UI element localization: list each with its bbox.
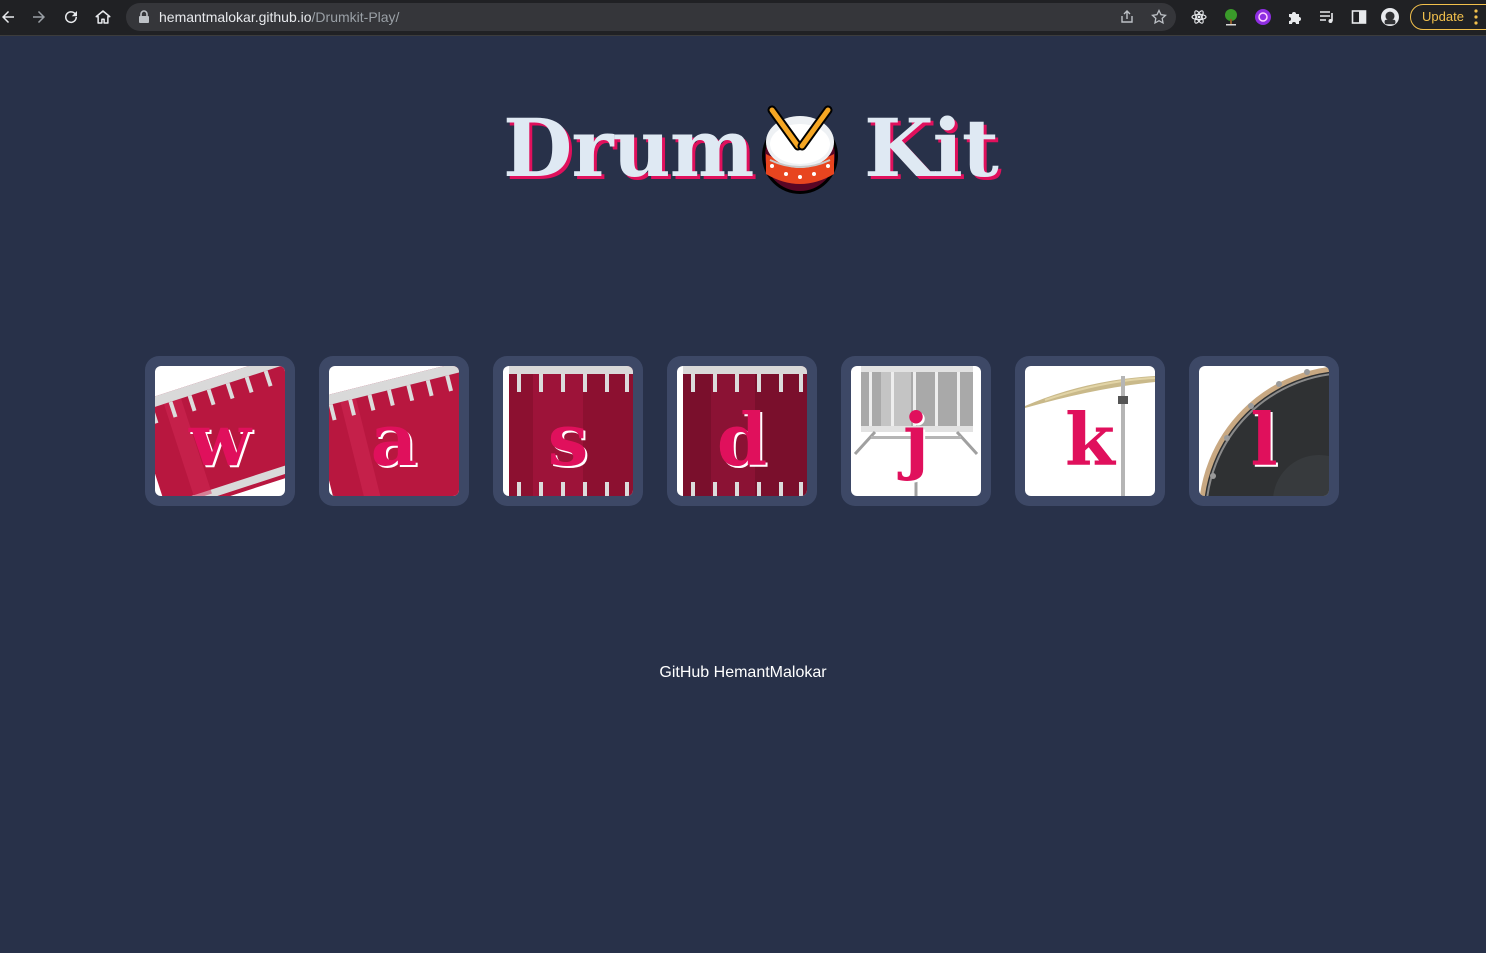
key-letter: l: [1250, 396, 1278, 482]
url-domain: hemantmalokar.github.io: [159, 9, 312, 25]
back-button[interactable]: [0, 5, 20, 29]
key-letter: w: [189, 396, 251, 482]
tree-extension-icon[interactable]: [1222, 8, 1240, 26]
reload-button[interactable]: [59, 5, 83, 29]
drum-key-k[interactable]: k: [1015, 356, 1165, 506]
key-letter: d: [716, 396, 768, 482]
drum-key-d[interactable]: d: [667, 356, 817, 506]
media-queue-icon[interactable]: [1318, 8, 1336, 26]
key-letter: s: [547, 396, 589, 482]
url-path: /Drumkit-Play/: [311, 9, 400, 25]
share-icon[interactable]: [1119, 9, 1135, 25]
drum-face: s: [503, 366, 633, 496]
home-button[interactable]: [91, 5, 115, 29]
key-letter: a: [370, 396, 418, 482]
drum-face: k: [1025, 366, 1155, 496]
drum-face: w: [155, 366, 285, 496]
profile-avatar-icon[interactable]: [1381, 8, 1399, 26]
drum-key-w[interactable]: w: [145, 356, 295, 506]
drum-key-a[interactable]: a: [319, 356, 469, 506]
page-title: Drum Kit: [0, 98, 1486, 198]
drum-face: j: [851, 366, 981, 496]
lock-icon: [139, 10, 149, 23]
reload-icon: [65, 11, 78, 24]
title-drum-word: Drum: [503, 101, 754, 195]
purple-extension-icon[interactable]: [1254, 8, 1272, 26]
forward-button[interactable]: [27, 5, 51, 29]
key-letter: j: [902, 396, 930, 482]
title-kit-word: Kit: [864, 101, 999, 195]
react-devtools-icon[interactable]: [1190, 8, 1208, 26]
drum-key-l[interactable]: l: [1189, 356, 1339, 506]
side-panel-icon[interactable]: [1350, 8, 1368, 26]
key-letter: k: [1065, 396, 1115, 482]
browser-toolbar: hemantmalokar.github.io/Drumkit-Play/ Up…: [0, 0, 1486, 36]
update-label: Update: [1422, 9, 1464, 24]
address-bar[interactable]: hemantmalokar.github.io/Drumkit-Play/: [126, 3, 1176, 31]
back-arrow-icon: [2, 11, 14, 23]
drum-face: l: [1199, 366, 1329, 496]
drum-face: a: [329, 366, 459, 496]
forward-arrow-icon: [33, 11, 45, 23]
home-icon: [95, 10, 111, 24]
bookmark-star-icon[interactable]: [1151, 9, 1167, 25]
url-text: hemantmalokar.github.io/Drumkit-Play/: [159, 9, 399, 25]
drum-key-s[interactable]: s: [493, 356, 643, 506]
drum-key-j[interactable]: j: [841, 356, 991, 506]
github-footer-link[interactable]: GitHub HemantMalokar: [0, 664, 1486, 682]
drum-face: d: [677, 366, 807, 496]
extensions-puzzle-icon[interactable]: [1286, 8, 1304, 26]
drum-emoji-icon: [762, 105, 838, 194]
more-menu-icon[interactable]: [1473, 8, 1479, 26]
drum-keys: w a s d j k l: [0, 356, 1486, 506]
